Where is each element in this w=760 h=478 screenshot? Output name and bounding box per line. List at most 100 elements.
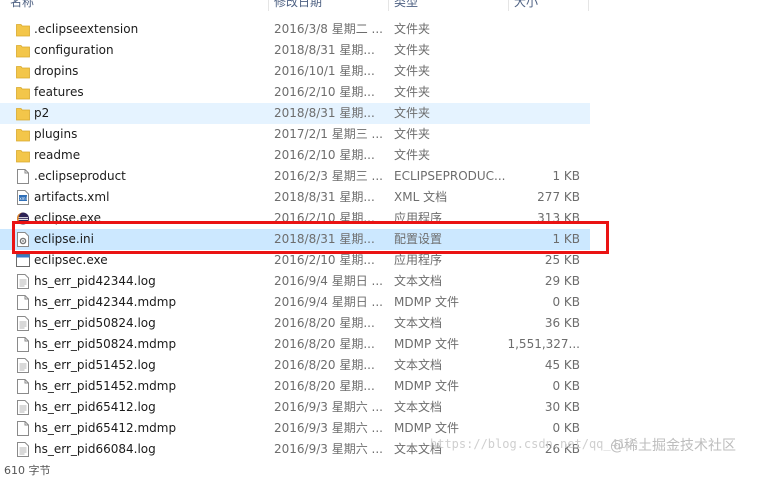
watermark-brand: @稀土掘金技术社区 <box>610 438 736 454</box>
text-file-icon <box>16 274 30 289</box>
folder-icon <box>16 127 30 142</box>
folder-icon <box>16 22 30 37</box>
file-modified-date: 2018/8/31 星期... <box>274 106 375 120</box>
file-name: hs_err_pid66084.log <box>34 442 156 456</box>
file-name: hs_err_pid51452.mdmp <box>34 379 177 393</box>
column-type-header[interactable]: 类型 <box>394 0 418 10</box>
file-type: 文本文档 <box>394 274 443 288</box>
file-type: MDMP 文件 <box>394 379 459 393</box>
file-size: 0 KB <box>552 379 580 393</box>
file-type: 文件夹 <box>394 43 431 57</box>
file-modified-date: 2016/3/8 星期二 ... <box>274 22 383 36</box>
file-modified-date: 2016/9/4 星期日 ... <box>274 274 383 288</box>
column-date-header[interactable]: 修改日期 <box>274 0 322 10</box>
file-modified-date: 2016/2/3 星期三 ... <box>274 169 383 183</box>
file-name: hs_err_pid65412.mdmp <box>34 421 177 435</box>
file-modified-date: 2017/2/1 星期三 ... <box>274 127 383 141</box>
file-size: 1 KB <box>552 169 580 183</box>
file-modified-date: 2016/2/10 星期... <box>274 85 375 99</box>
folder-icon <box>16 64 30 79</box>
file-type: 文件夹 <box>394 85 431 99</box>
file-row[interactable]: plugins 2017/2/1 星期三 ... 文件夹 <box>0 124 590 145</box>
file-type: 应用程序 <box>394 253 443 267</box>
document-icon <box>16 337 30 352</box>
file-name: readme <box>34 148 81 162</box>
file-row[interactable]: dropins 2016/10/1 星期... 文件夹 <box>0 61 590 82</box>
file-modified-date: 2016/8/20 星期... <box>274 358 375 372</box>
file-modified-date: 2016/9/3 星期六 ... <box>274 400 383 414</box>
folder-icon <box>16 43 30 58</box>
text-file-icon <box>16 400 30 415</box>
status-bar-text: 610 字节 <box>4 464 51 477</box>
file-modified-date: 2018/8/31 星期... <box>274 43 375 57</box>
highlight-box <box>12 221 609 254</box>
column-divider[interactable] <box>268 0 269 11</box>
file-row[interactable]: hs_err_pid42344.mdmp 2016/9/4 星期日 ... MDMP… <box>0 292 590 313</box>
document-icon <box>16 379 30 394</box>
file-name: plugins <box>34 127 78 141</box>
file-row[interactable]: readme 2016/2/10 星期... 文件夹 <box>0 145 590 166</box>
file-row[interactable]: hs_err_pid50824.log 2016/8/20 星期... 文本文档 36… <box>0 313 590 334</box>
file-size: 25 KB <box>544 253 580 267</box>
file-type: 文件夹 <box>394 106 431 120</box>
folder-icon <box>16 106 30 121</box>
file-type: 文件夹 <box>394 22 431 36</box>
file-row[interactable]: hs_err_pid50824.mdmp 2016/8/20 星期... MDMP … <box>0 334 590 355</box>
file-modified-date: 2016/8/20 星期... <box>274 379 375 393</box>
column-name-header[interactable]: 名称 <box>10 0 34 10</box>
file-row[interactable]: hs_err_pid42344.log 2016/9/4 星期日 ... 文本文档 2… <box>0 271 590 292</box>
file-type: XML 文档 <box>394 190 448 204</box>
file-row[interactable]: features 2016/2/10 星期... 文件夹 <box>0 82 590 103</box>
file-modified-date: 2016/2/10 星期... <box>274 148 375 162</box>
file-name: eclipsec.exe <box>34 253 108 267</box>
file-modified-date: 2016/10/1 星期... <box>274 64 375 78</box>
file-size: 36 KB <box>544 316 580 330</box>
file-size: 45 KB <box>544 358 580 372</box>
text-file-icon <box>16 442 30 457</box>
text-file-icon <box>16 358 30 373</box>
column-divider[interactable] <box>588 0 589 11</box>
file-name: .eclipseextension <box>34 22 139 36</box>
file-modified-date: 2016/9/3 星期六 ... <box>274 421 383 435</box>
file-name: hs_err_pid65412.log <box>34 400 156 414</box>
svg-text:xml: xml <box>19 196 26 201</box>
file-name: p2 <box>34 106 50 120</box>
column-divider[interactable] <box>508 0 509 11</box>
file-row[interactable]: .eclipseextension 2016/3/8 星期二 ... 文件夹 <box>0 19 590 40</box>
file-type: MDMP 文件 <box>394 337 459 351</box>
exe-app-icon <box>16 253 30 268</box>
file-name: hs_err_pid51452.log <box>34 358 156 372</box>
document-icon <box>16 295 30 310</box>
file-row[interactable]: configuration 2018/8/31 星期... 文件夹 <box>0 40 590 61</box>
file-size: 277 KB <box>537 190 580 204</box>
file-name: configuration <box>34 43 114 57</box>
xml-file-icon: xml <box>16 190 30 205</box>
folder-icon <box>16 148 30 163</box>
file-row[interactable]: hs_err_pid65412.mdmp 2016/9/3 星期六 ... MDMP… <box>0 418 590 439</box>
file-row[interactable]: .eclipseproduct 2016/2/3 星期三 ... ECLIPSEPR… <box>0 166 590 187</box>
document-icon <box>16 421 30 436</box>
file-modified-date: 2016/8/20 星期... <box>274 316 375 330</box>
file-type: MDMP 文件 <box>394 295 459 309</box>
file-modified-date: 2016/9/3 星期六 ... <box>274 442 383 456</box>
file-size: 30 KB <box>544 400 580 414</box>
column-size-header[interactable]: 大小 <box>514 0 538 10</box>
file-modified-date: 2016/9/4 星期日 ... <box>274 295 383 309</box>
column-divider[interactable] <box>388 0 389 11</box>
file-name: dropins <box>34 64 79 78</box>
file-name: hs_err_pid42344.log <box>34 274 156 288</box>
file-row[interactable]: hs_err_pid51452.log 2016/8/20 星期... 文本文档 45… <box>0 355 590 376</box>
text-file-icon <box>16 316 30 331</box>
file-row[interactable]: xml artifacts.xml 2018/8/31 星期... XML 文档 277… <box>0 187 590 208</box>
file-modified-date: 2016/8/20 星期... <box>274 337 375 351</box>
file-modified-date: 2018/8/31 星期... <box>274 190 375 204</box>
file-type: 文本文档 <box>394 400 443 414</box>
file-modified-date: 2016/2/10 星期... <box>274 253 375 267</box>
file-row[interactable]: hs_err_pid51452.mdmp 2016/8/20 星期... MDMP … <box>0 376 590 397</box>
file-name: features <box>34 85 84 99</box>
file-type: ECLIPSEPRODUC... <box>394 169 506 183</box>
file-row[interactable]: hs_err_pid65412.log 2016/9/3 星期六 ... 文本文档 3… <box>0 397 590 418</box>
file-name: .eclipseproduct <box>34 169 126 183</box>
file-row[interactable]: p2 2018/8/31 星期... 文件夹 <box>0 103 590 124</box>
file-type: 文本文档 <box>394 316 443 330</box>
